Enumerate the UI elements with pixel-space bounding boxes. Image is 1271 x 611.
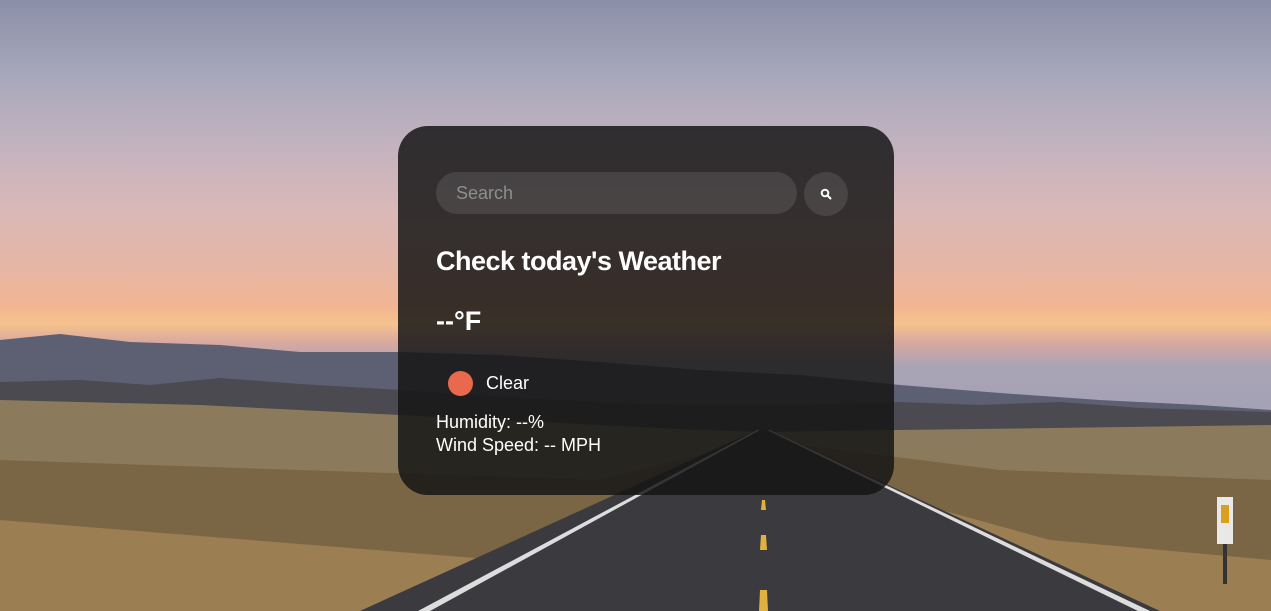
search-button[interactable] xyxy=(804,172,848,216)
weather-card: Check today's Weather --°F Clear Humidit… xyxy=(398,126,894,495)
weather-condition: Clear xyxy=(448,371,529,396)
weather-condition-icon xyxy=(448,371,473,396)
background-scene: Check today's Weather --°F Clear Humidit… xyxy=(0,0,1271,611)
condition-label: Clear xyxy=(486,373,530,393)
search-icon xyxy=(820,188,832,200)
page-title: Check today's Weather xyxy=(436,246,722,276)
humidity-text: Humidity: --% xyxy=(436,412,545,432)
wind-speed-text: Wind Speed: -- MPH xyxy=(436,435,602,455)
search-input[interactable] xyxy=(436,172,797,214)
temperature-value: --°F xyxy=(436,306,482,336)
